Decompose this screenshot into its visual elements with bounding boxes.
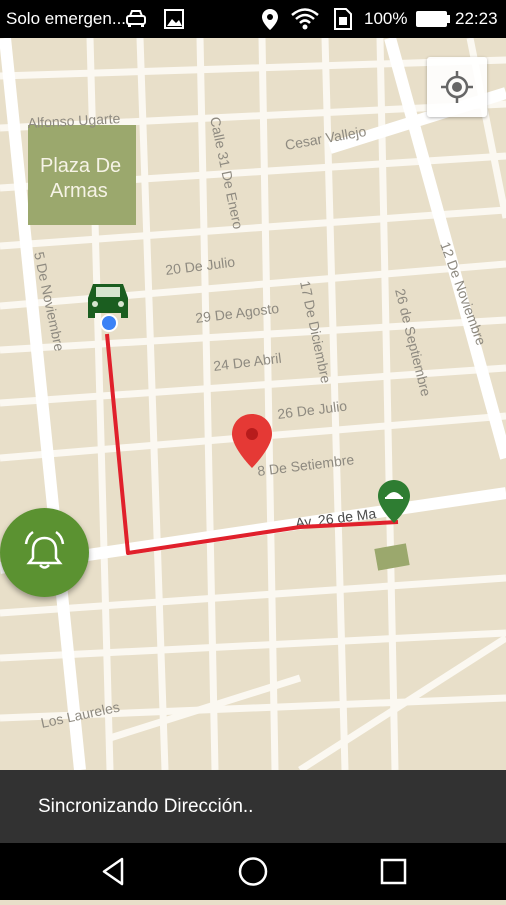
sim-icon <box>334 8 352 30</box>
snackbar-message: Sincronizando Dirección.. <box>38 796 254 817</box>
image-notification-icon <box>164 9 184 29</box>
plaza-label-1: Plaza De <box>40 155 121 177</box>
back-button[interactable] <box>84 843 144 900</box>
clock: 22:23 <box>455 9 498 28</box>
back-icon <box>102 857 124 886</box>
home-icon <box>238 857 268 886</box>
car-notification-icon <box>126 10 146 27</box>
my-location-button[interactable] <box>427 57 487 117</box>
car-marker <box>88 284 128 318</box>
snackbar: Sincronizando Dirección.. <box>0 770 506 843</box>
recents-button[interactable] <box>364 843 424 900</box>
navigation-bar <box>0 843 506 900</box>
home-button[interactable] <box>223 843 283 900</box>
recents-icon <box>380 858 407 885</box>
wifi-icon <box>291 8 319 30</box>
map-canvas: Plaza De Armas Alfonso Ugarte Cesar Vall… <box>0 38 506 770</box>
alarm-button[interactable] <box>0 508 89 597</box>
battery-icon <box>416 11 450 27</box>
plaza-label-2: Armas <box>50 180 108 202</box>
current-location-dot <box>100 314 118 332</box>
battery-percent: 100% <box>364 9 408 28</box>
status-bar: Solo emergen... 100% 22:23 <box>0 0 506 38</box>
location-status-icon <box>262 9 278 30</box>
map-view[interactable]: Plaza De Armas Alfonso Ugarte Cesar Vall… <box>0 38 506 770</box>
my-location-icon <box>441 71 473 103</box>
carrier-text: Solo emergen... <box>6 9 127 28</box>
alarm-bell-icon <box>24 530 65 569</box>
